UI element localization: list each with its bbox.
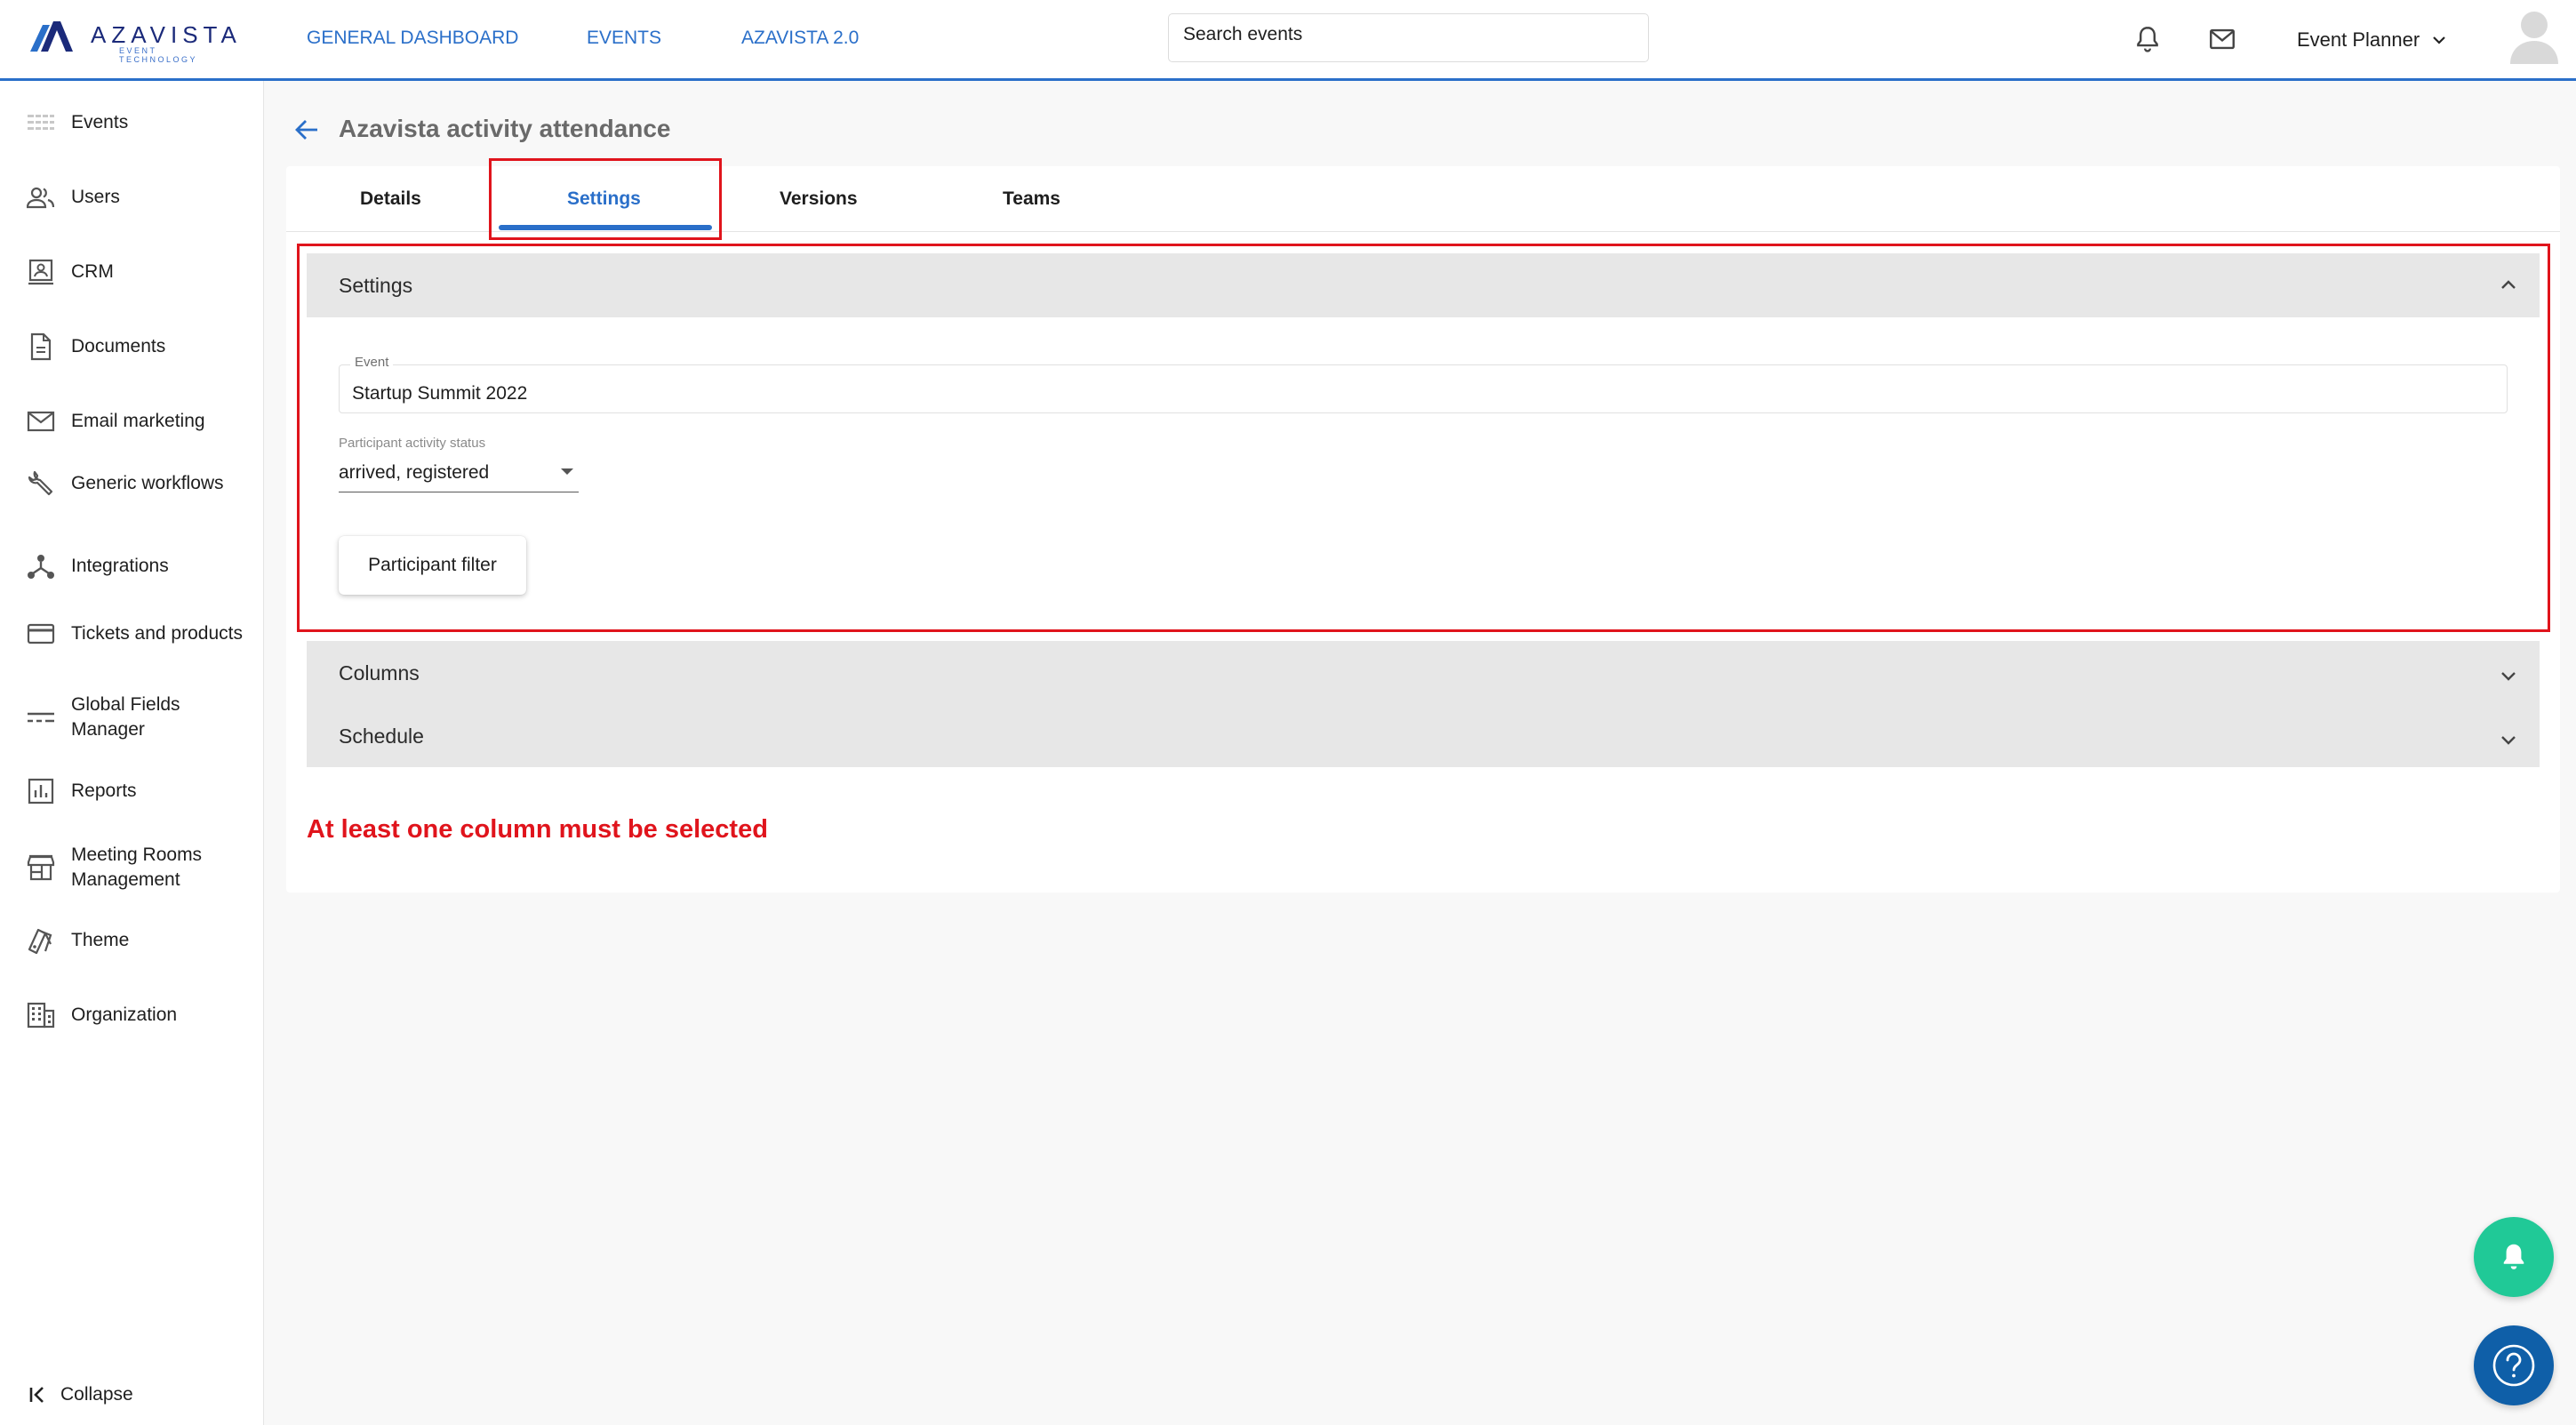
brand-name: AZAVISTA: [91, 21, 242, 48]
sidebar-collapse-button[interactable]: Collapse: [28, 1384, 133, 1405]
document-icon: [25, 331, 57, 363]
sidebar-item-meeting-rooms-management[interactable]: Meeting Rooms Management: [25, 843, 249, 893]
chevron-down-icon: [2501, 736, 2516, 745]
tab-details[interactable]: Details: [360, 188, 421, 210]
nav-azavista-2[interactable]: AZAVISTA 2.0: [741, 28, 859, 49]
sidebar-item-label: Documents: [71, 336, 166, 356]
brand-tagline: EVENT TECHNOLOGY: [119, 46, 198, 64]
sidebar: Events Users CRM Documents Email marketi…: [0, 81, 264, 1425]
collapse-icon: [29, 1387, 44, 1403]
store-icon: [25, 852, 57, 884]
sidebar-item-theme[interactable]: Theme: [25, 925, 249, 957]
nav-general-dashboard[interactable]: GENERAL DASHBOARD: [307, 28, 518, 49]
sidebar-item-label: Email marketing: [71, 411, 205, 431]
user-role: Event Planner: [2297, 28, 2420, 51]
theme-icon: [25, 925, 57, 957]
top-bar: AZAVISTA EVENT TECHNOLOGY GENERAL DASHBO…: [0, 0, 2576, 81]
chevron-down-icon: [2501, 672, 2516, 681]
wrench-icon: [25, 468, 57, 500]
back-arrow-icon[interactable]: [293, 116, 320, 143]
sidebar-item-label: Meeting Rooms Management: [71, 845, 203, 890]
sidebar-item-label: Organization: [71, 1005, 178, 1025]
sidebar-item-label: Events: [71, 112, 129, 132]
schedule-accordion-header[interactable]: Schedule: [307, 705, 2540, 767]
mail-icon[interactable]: [2207, 24, 2237, 54]
help-icon: [2492, 1344, 2535, 1387]
crm-icon: [25, 256, 57, 288]
highlight-box-settings-panel: [297, 244, 2550, 632]
sidebar-item-global-fields-manager[interactable]: Global Fields Manager: [25, 692, 249, 742]
collapse-label: Collapse: [60, 1384, 133, 1405]
sidebar-item-label: Integrations: [71, 556, 169, 576]
sidebar-item-label: Generic workflows: [71, 473, 224, 493]
user-menu[interactable]: Event Planner: [2297, 27, 2448, 53]
organization-icon: [25, 999, 57, 1031]
events-icon: [25, 107, 57, 139]
notifications-fab[interactable]: [2474, 1217, 2554, 1297]
sidebar-item-organization[interactable]: Organization: [25, 999, 249, 1031]
sidebar-item-tickets-and-products[interactable]: Tickets and products: [25, 618, 249, 650]
sidebar-item-integrations[interactable]: Integrations: [25, 550, 249, 582]
sidebar-item-email-marketing[interactable]: Email marketing: [25, 405, 249, 437]
brand-logo[interactable]: AZAVISTA EVENT TECHNOLOGY: [30, 21, 236, 64]
page-title: Azavista activity attendance: [339, 115, 671, 142]
highlight-box-settings-tab: [489, 158, 722, 240]
sidebar-item-events[interactable]: Events: [25, 107, 249, 139]
avatar[interactable]: [2508, 7, 2560, 64]
sidebar-item-label: Theme: [71, 930, 130, 950]
tab-teams[interactable]: Teams: [1003, 188, 1060, 210]
azavista-logo-icon: [30, 21, 73, 52]
sidebar-item-users[interactable]: Users: [25, 181, 249, 213]
schedule-accordion-title: Schedule: [339, 724, 424, 748]
sidebar-item-label: CRM: [71, 261, 114, 282]
notification-bell-icon[interactable]: [2132, 24, 2163, 54]
columns-accordion-header[interactable]: Columns: [307, 641, 2540, 705]
sidebar-item-label: Reports: [71, 781, 137, 801]
help-fab[interactable]: [2474, 1325, 2554, 1405]
users-icon: [25, 181, 57, 213]
sidebar-item-label: Tickets and products: [71, 623, 243, 644]
bell-icon: [2503, 1244, 2524, 1269]
nav-events[interactable]: EVENTS: [587, 28, 661, 49]
ticket-icon: [25, 618, 57, 650]
tab-versions[interactable]: Versions: [780, 188, 858, 210]
reports-icon: [25, 775, 57, 807]
sidebar-item-crm[interactable]: CRM: [25, 256, 249, 288]
sidebar-item-documents[interactable]: Documents: [25, 331, 249, 363]
search-input[interactable]: [1169, 14, 1648, 61]
columns-accordion-title: Columns: [339, 660, 420, 684]
sidebar-item-generic-workflows[interactable]: Generic workflows: [25, 468, 249, 500]
sidebar-item-label: Users: [71, 187, 120, 207]
integrations-icon: [25, 550, 57, 582]
fields-icon: [25, 701, 57, 733]
sidebar-item-label: Global Fields Manager: [71, 694, 180, 740]
validation-error-message: At least one column must be selected: [307, 815, 768, 844]
sidebar-item-reports[interactable]: Reports: [25, 775, 249, 807]
chevron-down-icon: [2433, 36, 2445, 44]
mail-icon: [25, 405, 57, 437]
search-box: [1168, 13, 1649, 62]
